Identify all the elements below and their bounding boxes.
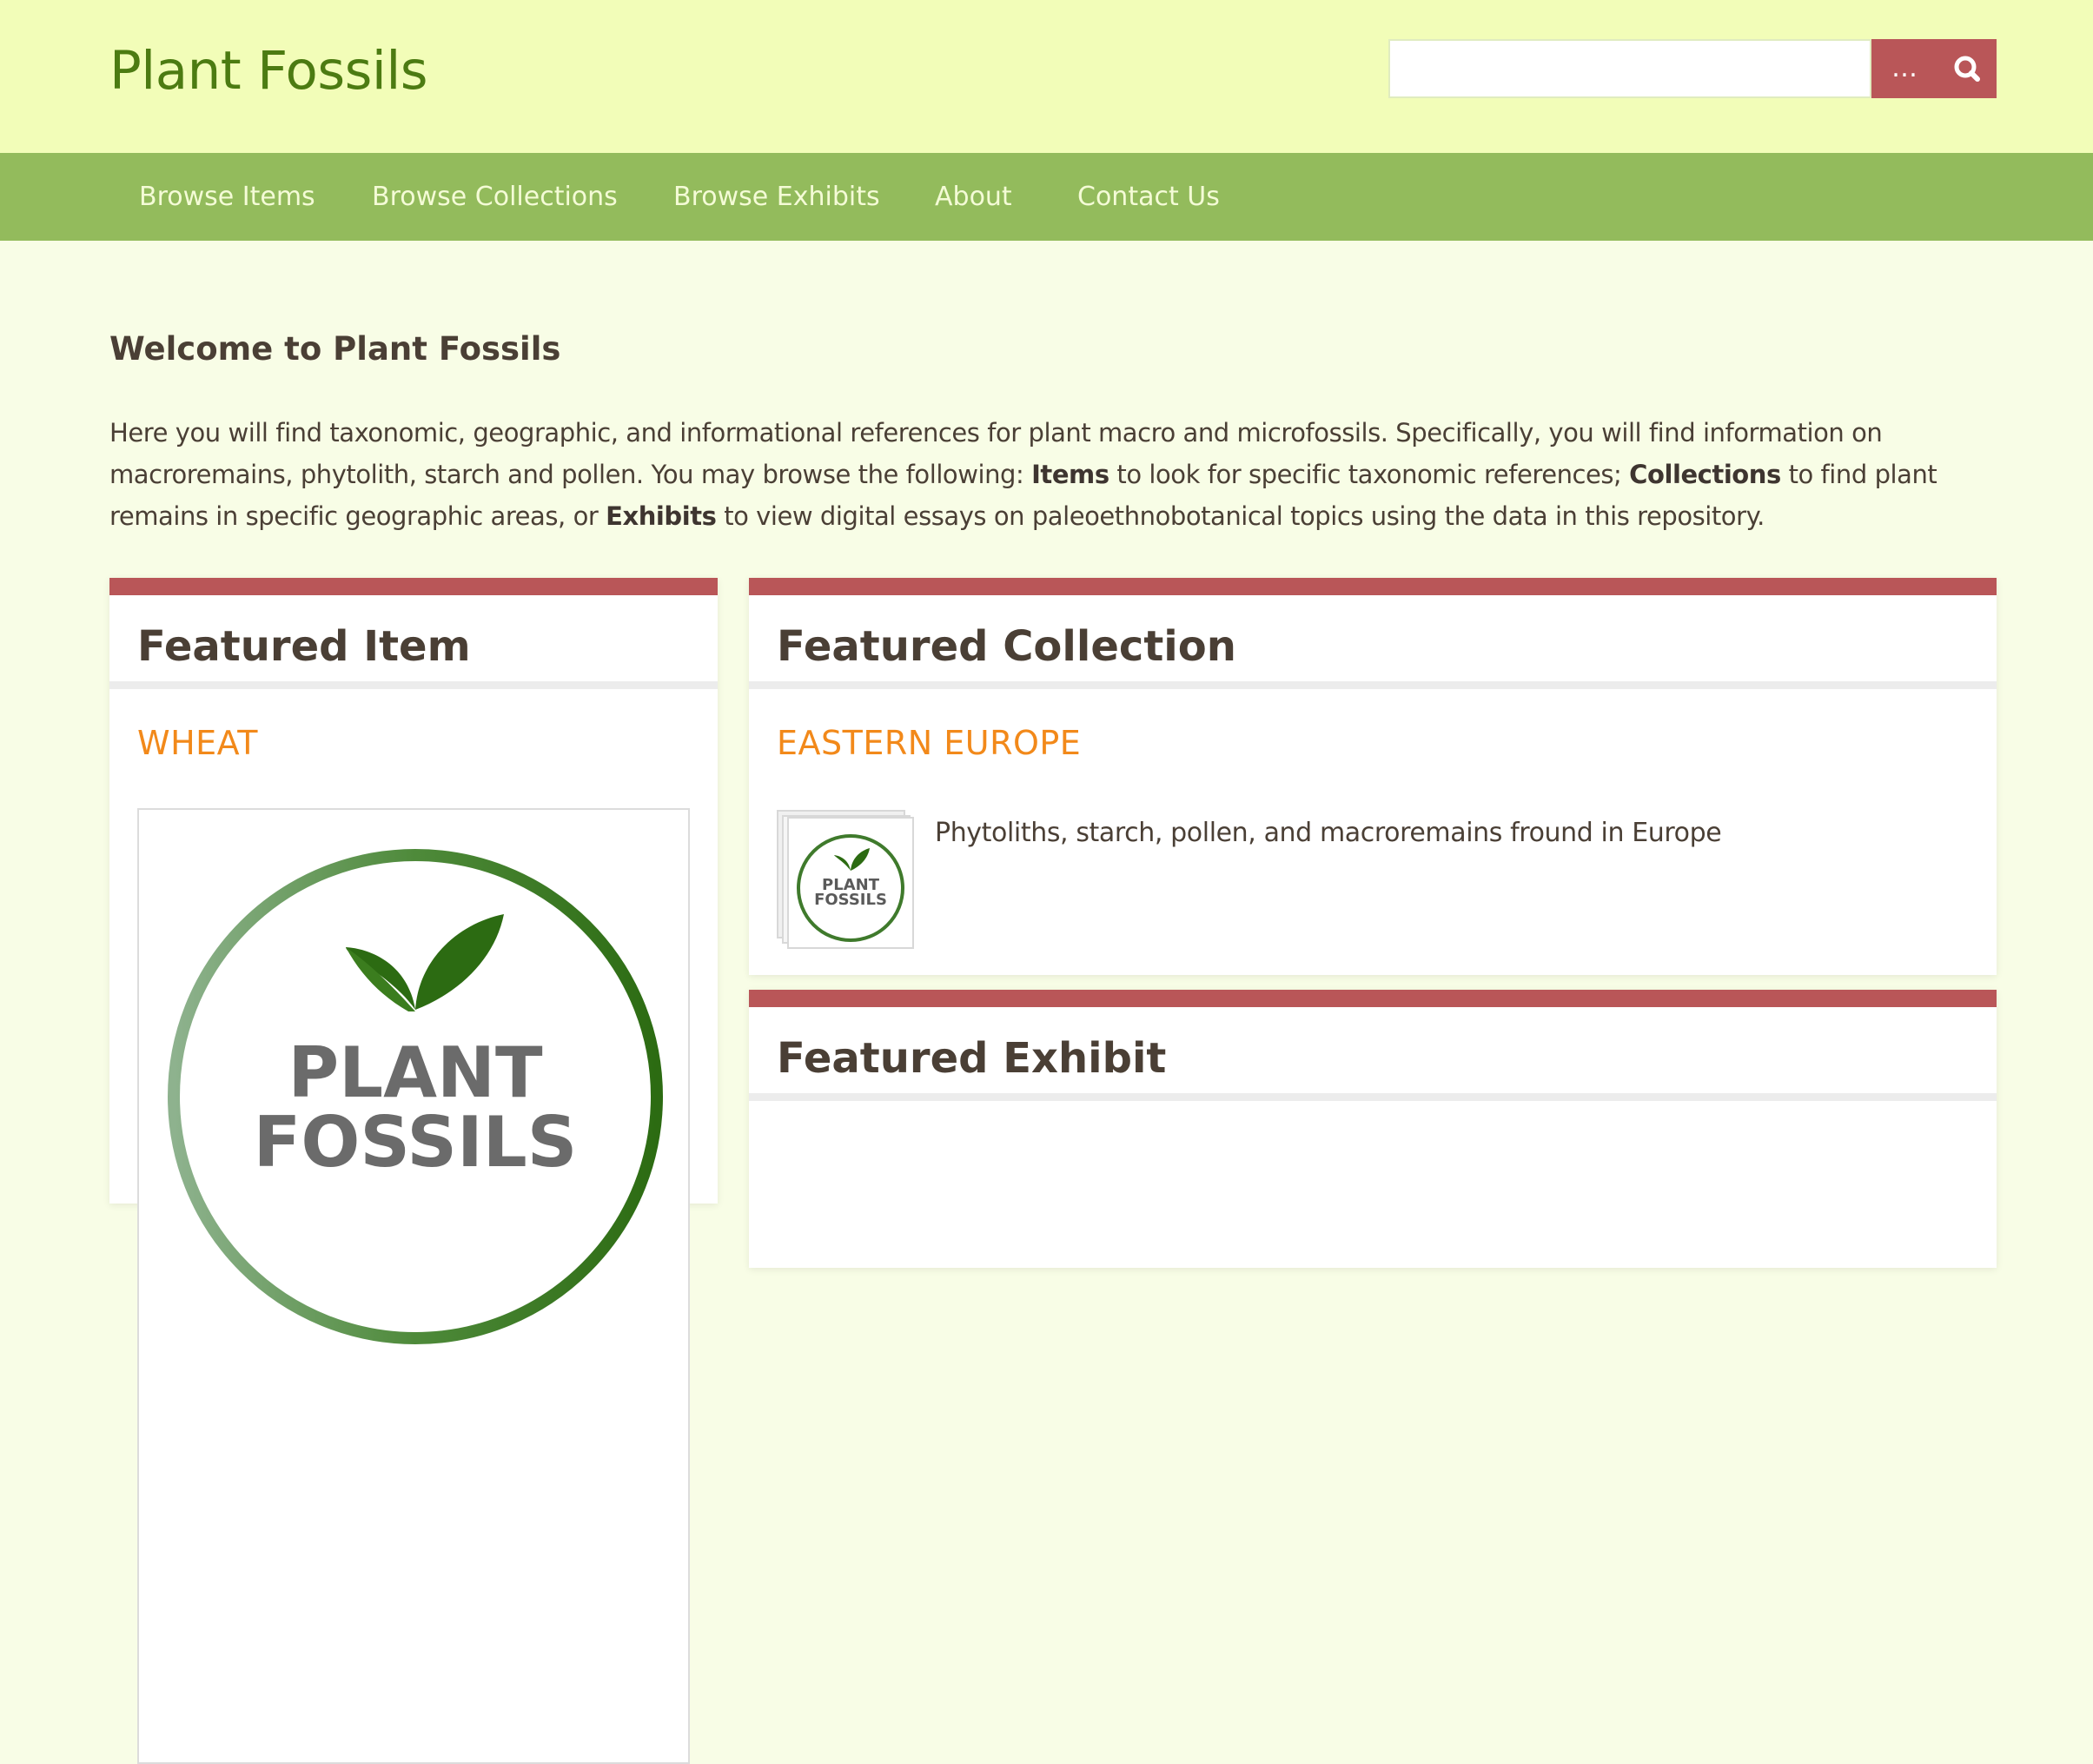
- featured-collection-description: Phytoliths, starch, pollen, and macrorem…: [935, 818, 1722, 848]
- intro-paragraph: Here you will find taxonomic, geographic…: [109, 412, 2004, 537]
- search-submit-button[interactable]: [1937, 39, 1997, 98]
- site-title[interactable]: Plant Fossils: [109, 36, 428, 106]
- featured-collection-panel: Featured Collection EASTERN EUROPE PLANT…: [749, 578, 1997, 975]
- nav-browse-items[interactable]: Browse Items: [139, 153, 315, 241]
- featured-collection-link[interactable]: EASTERN EUROPE: [777, 724, 1081, 762]
- intro-text-4: to view digital essays on paleoethnobota…: [716, 501, 1765, 531]
- thumbnail-front: PLANT FOSSILS: [787, 817, 914, 949]
- featured-item-link[interactable]: WHEAT: [137, 724, 258, 762]
- featured-collection-heading: Featured Collection: [749, 595, 1997, 689]
- advanced-search-button[interactable]: …: [1871, 39, 1937, 98]
- featured-collection-thumbnail[interactable]: PLANT FOSSILS: [777, 810, 916, 949]
- logo-text-fossils: FOSSILS: [254, 1102, 578, 1183]
- featured-item-panel: Featured Item WHEAT PLANT FOSSILS: [109, 578, 718, 1764]
- nav-browse-exhibits[interactable]: Browse Exhibits: [673, 153, 880, 241]
- intro-text-2: to look for specific taxonomic reference…: [1109, 460, 1630, 489]
- featured-exhibit-panel: Featured Exhibit: [749, 990, 1997, 1268]
- small-logo-text-fossils: FOSSILS: [814, 891, 887, 909]
- search-input[interactable]: [1388, 39, 1871, 98]
- nav-about[interactable]: About: [935, 153, 1012, 241]
- featured-item-heading: Featured Item: [109, 595, 718, 689]
- intro-exhibits-label: Exhibits: [606, 501, 717, 531]
- plant-fossils-logo-small: PLANT FOSSILS: [797, 834, 904, 942]
- nav-browse-collections[interactable]: Browse Collections: [372, 153, 618, 241]
- plant-fossils-logo: PLANT FOSSILS: [168, 849, 663, 1344]
- leaf-right-icon: [415, 914, 504, 1010]
- featured-exhibit-heading: Featured Exhibit: [749, 1007, 1997, 1101]
- intro-collections-label: Collections: [1629, 460, 1781, 489]
- search-icon: [1954, 56, 1980, 82]
- welcome-heading: Welcome to Plant Fossils: [109, 330, 561, 368]
- nav-contact-us[interactable]: Contact Us: [1077, 153, 1220, 241]
- featured-item-image[interactable]: PLANT FOSSILS: [137, 808, 690, 1764]
- intro-items-label: Items: [1031, 460, 1109, 489]
